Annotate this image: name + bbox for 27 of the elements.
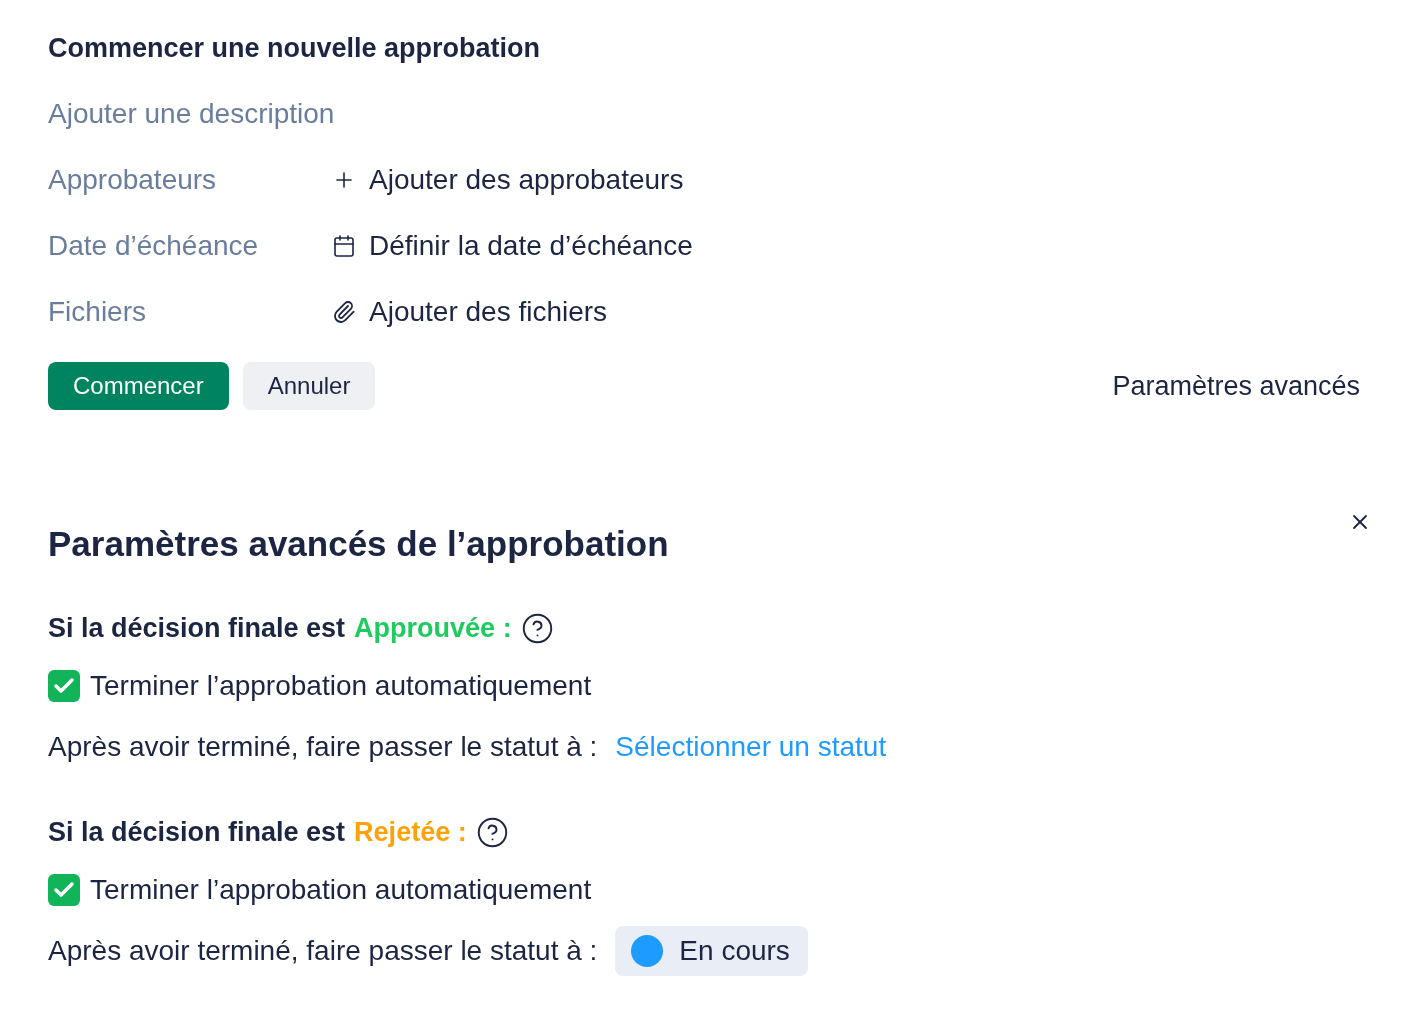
start-button[interactable]: Commencer: [48, 362, 229, 410]
decision-outcome: Rejetée :: [354, 815, 467, 849]
advanced-settings-title: Paramètres avancés de l’approbation: [48, 523, 669, 565]
checkbox-label: Terminer l’approbation automatiquement: [90, 669, 592, 703]
cancel-button[interactable]: Annuler: [242, 362, 376, 410]
help-icon[interactable]: [475, 815, 509, 849]
description-input[interactable]: Ajouter une description: [48, 93, 748, 135]
decision-heading: Si la décision finale est: [48, 815, 346, 849]
checkbox-label: Terminer l’approbation automatiquement: [90, 873, 592, 907]
form-title: Commencer une nouvelle approbation: [48, 31, 541, 65]
paperclip-icon: [332, 300, 356, 324]
field-label: Approbateurs: [48, 163, 218, 197]
field-label: Fichiers: [48, 295, 147, 329]
decision-heading: Si la décision finale est: [48, 611, 346, 645]
advanced-settings-link[interactable]: Paramètres avancés: [1112, 365, 1360, 407]
status-label: Après avoir terminé, faire passer le statut à :: [48, 730, 598, 764]
calendar-icon: [332, 234, 356, 258]
status-dropdown[interactable]: En cours: [615, 926, 808, 976]
checkbox[interactable]: [48, 670, 80, 702]
help-icon[interactable]: [520, 611, 554, 645]
field-action-button[interactable]: Définir la date d’échéance: [332, 225, 693, 267]
field-action-button[interactable]: Ajouter des fichiers: [332, 291, 608, 333]
checkbox[interactable]: [48, 874, 80, 906]
field-action-button[interactable]: Ajouter des approbateurs: [332, 159, 684, 201]
field-label: Date d’échéance: [48, 229, 260, 263]
decision-outcome: Approuvée :: [354, 611, 512, 645]
status-label: Après avoir terminé, faire passer le statut à :: [48, 934, 598, 968]
